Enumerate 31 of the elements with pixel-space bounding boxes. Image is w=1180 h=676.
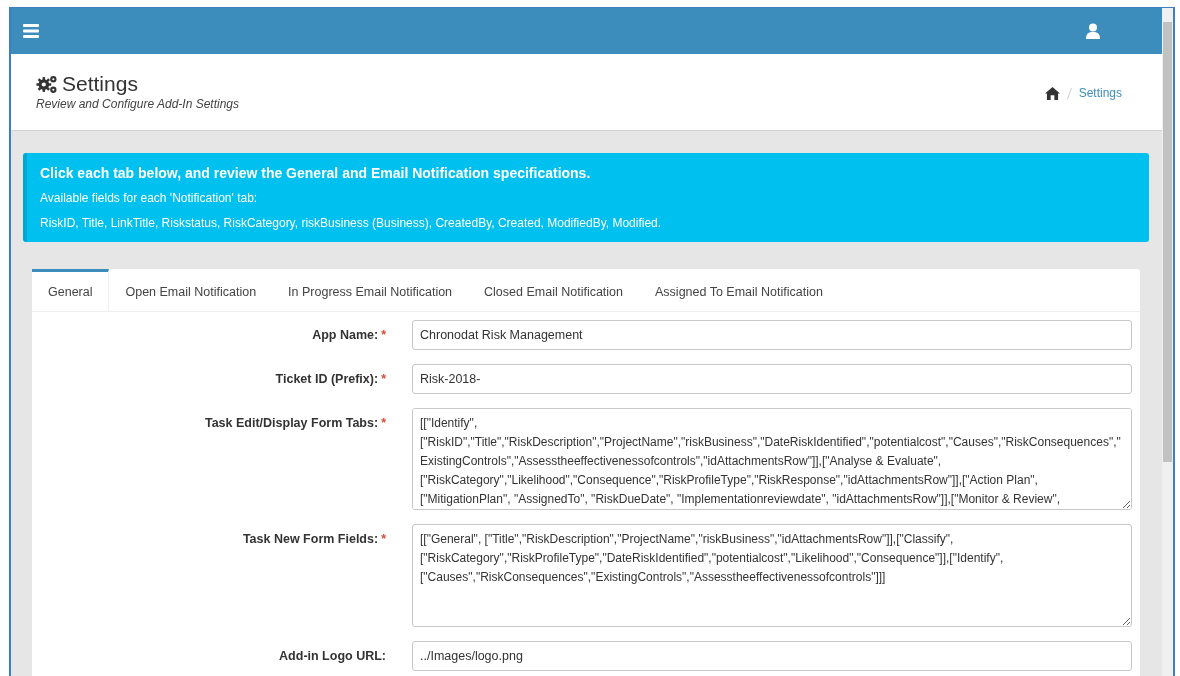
alert-text: RiskID, Title, LinkTitle, Riskstatus, RiskCategory, riskBusiness (Business), CreatedBy, Created, ModifiedBy, Modified.: [40, 216, 663, 230]
breadcrumb-link[interactable]: Settings: [1078, 86, 1122, 100]
required-mark: *: [381, 372, 386, 386]
alert-text: Available fields for each 'Notification' tab:: [40, 191, 259, 205]
scrollbar[interactable]: [1162, 8, 1173, 676]
page-title: Settings: [62, 72, 138, 96]
field-label: Add-in Logo URL:: [279, 649, 386, 663]
tab[interactable]: Closed Email Notification: [468, 269, 639, 311]
tab[interactable]: Assigned To Email Notification: [639, 269, 839, 311]
field-label: App Name:: [312, 328, 379, 342]
text-field[interactable]: Chronodat Risk Management: [412, 320, 1132, 350]
breadcrumb-separator: [1066, 87, 1072, 99]
gears-icon: [36, 74, 58, 94]
required-mark: *: [381, 416, 386, 430]
page-subtitle: Review and Configure Add-In Settings: [36, 97, 239, 111]
user-icon[interactable]: [1086, 23, 1100, 39]
tab[interactable]: Open Email Notification: [109, 269, 273, 311]
home-icon[interactable]: [1044, 86, 1060, 100]
text-area[interactable]: [["Identify", ["RiskID","Title","RiskDescription","ProjectName","riskBusiness","DateRiskIdentified","potentialcost","Causes","RiskConsequences","ExistingControls","Assesstheeffectivenessofcontrols","idAttachmentsRow"]],["Analyse & Evaluate", ["RiskCategory","Likelihood","Consequence","RiskProfileType","RiskResponse","idAttachmentsRow"]],["Action Plan", ["MitigationPlan", "AssignedTo", "RiskDueDate", "Implementationreviewdate", "idAttachmentsRow"]],["Monitor & Review",: [412, 408, 1132, 510]
tab[interactable]: General: [32, 269, 110, 311]
field-label: Ticket ID (Prefix):: [275, 372, 379, 386]
tab[interactable]: In Progress Email Notification: [272, 269, 469, 311]
field-label: Task Edit/Display Form Tabs:: [204, 416, 379, 430]
required-mark: *: [381, 328, 386, 342]
text-field[interactable]: Risk-2018-: [412, 364, 1132, 394]
alert-heading: Click each tab below, and review the General and Email Notification specifications.: [40, 165, 592, 181]
text-area[interactable]: [["General", ["Title","RiskDescription","ProjectName","riskBusiness","idAttachmentsRow"]],["Classify", ["RiskCategory","RiskProfileType","DateRiskIdentified","potentialcost","Likelihood","Consequence"]],["Identify", ["Causes","RiskConsequences","ExistingControls","Assesstheeffectivenessofcontrols"]]]: [412, 524, 1132, 627]
field-label: Task New Form Fields:: [242, 532, 379, 546]
required-mark: *: [381, 532, 386, 546]
menu-icon[interactable]: [23, 24, 39, 38]
text-field[interactable]: ../Images/logo.png: [412, 641, 1132, 671]
